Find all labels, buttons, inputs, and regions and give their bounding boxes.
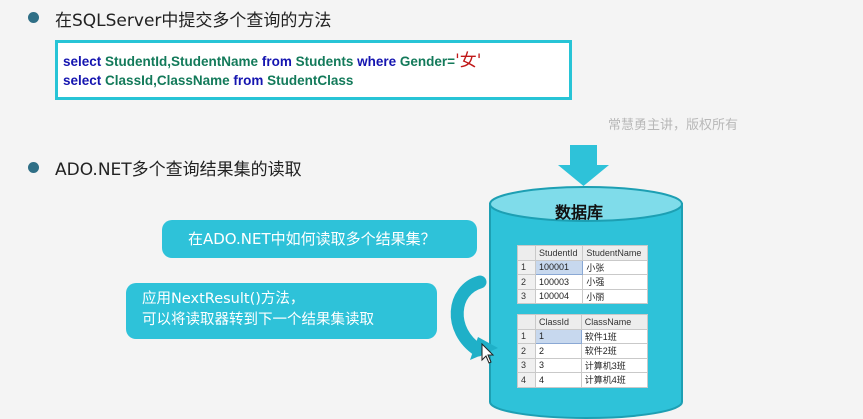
- callout-answer-line-1: 应用NextResult()方法，: [142, 291, 305, 307]
- result-grid-students: StudentId StudentName 1 100001 小张 2 1000…: [517, 245, 648, 304]
- table-row: 4 4 计算机4班: [517, 372, 649, 388]
- row-number: 3: [517, 288, 536, 304]
- row-number: 1: [517, 259, 536, 275]
- row-number: 2: [517, 274, 536, 290]
- row-number: 4: [517, 372, 536, 388]
- table-row: 1 100001 小张: [517, 259, 648, 275]
- column-header: StudentName: [582, 245, 648, 261]
- grid-corner: [517, 245, 536, 261]
- callout-answer-line-2: 可以将读取器转到下一个结果集读取: [142, 312, 374, 328]
- down-arrow-icon: [558, 145, 609, 186]
- cell-classname: 计算机4班: [580, 372, 649, 388]
- table-row: 3 100004 小丽: [517, 288, 648, 304]
- table-row: 2 2 软件2班: [517, 343, 649, 359]
- grid-corner: [517, 314, 536, 330]
- cell-classname: 软件1班: [580, 328, 649, 344]
- row-number: 1: [517, 328, 536, 344]
- table-row: 3 3 计算机3班: [517, 357, 649, 373]
- row-number: 2: [517, 343, 536, 359]
- cell-studentid: 100004: [534, 288, 584, 304]
- diagram-graphics: [450, 145, 683, 419]
- cell-classid: 3: [535, 357, 582, 373]
- column-header: ClassName: [580, 314, 649, 330]
- cell-classname: 计算机3班: [580, 357, 649, 373]
- callout-question: 在ADO.NET中如何读取多个结果集？: [162, 220, 477, 258]
- cell-classid: 2: [535, 343, 582, 359]
- row-number: 3: [517, 357, 536, 373]
- cell-classid: 4: [535, 372, 582, 388]
- cell-studentname: 小张: [582, 259, 648, 275]
- callout-answer: 应用NextResult()方法， 可以将读取器转到下一个结果集读取: [126, 283, 437, 339]
- cell-studentid: 100003: [534, 274, 584, 290]
- cell-studentname: 小强: [582, 274, 648, 290]
- table-row: 1 1 软件1班: [517, 328, 649, 344]
- cell-studentname: 小丽: [582, 288, 648, 304]
- column-header: ClassId: [535, 314, 582, 330]
- cell-studentid: 100001: [534, 259, 584, 275]
- cell-classname: 软件2班: [580, 343, 649, 359]
- database-label: 数据库: [555, 203, 604, 222]
- cell-classid: 1: [535, 328, 582, 344]
- result-grid-classes: ClassId ClassName 1 1 软件1班 2 2 软件2班 3 3 …: [517, 314, 649, 388]
- column-header: StudentId: [534, 245, 584, 261]
- table-row: 2 100003 小强: [517, 274, 648, 290]
